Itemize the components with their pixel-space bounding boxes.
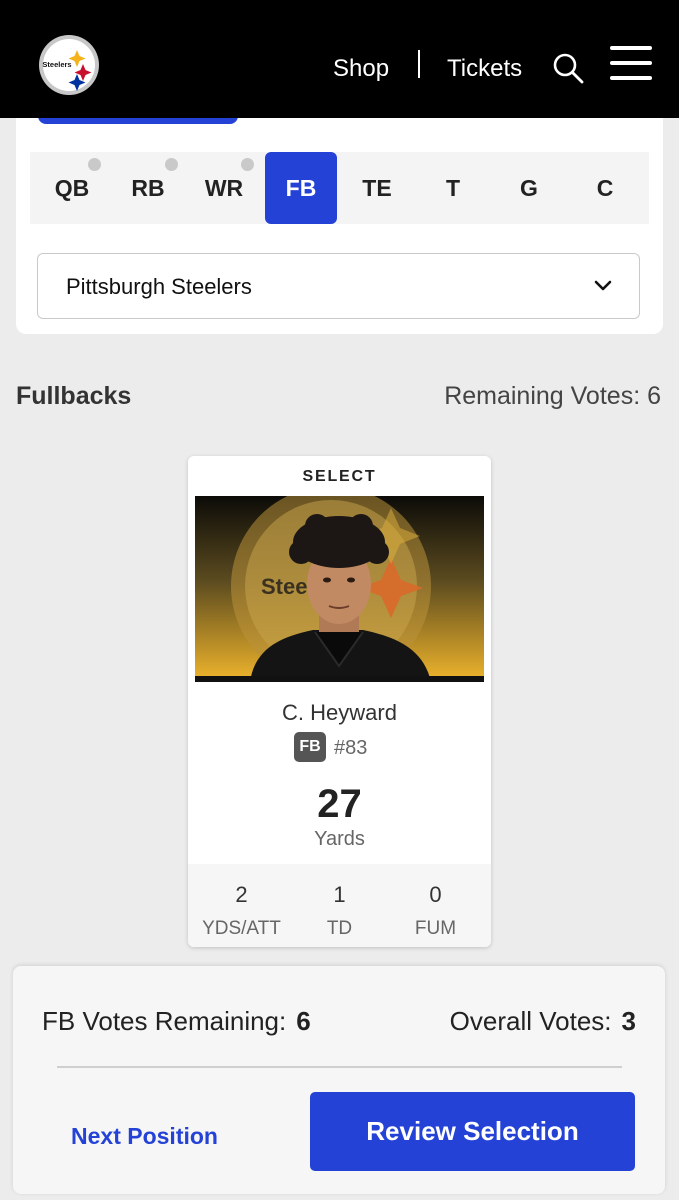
player-photo: Steelers: [195, 496, 484, 682]
tab-label: TE: [362, 174, 392, 201]
team-select-value: Pittsburgh Steelers: [66, 274, 252, 299]
select-label[interactable]: SELECT: [188, 468, 491, 486]
tab-te[interactable]: TE: [341, 152, 413, 224]
stat-label: FUM: [414, 918, 457, 939]
nav-divider: [418, 50, 420, 78]
main-stat-label: Yards: [314, 828, 365, 850]
overall-votes: Overall Votes: 3: [450, 1006, 636, 1037]
jersey-number: #83: [334, 737, 368, 759]
remaining-votes: Remaining Votes: 6: [444, 382, 661, 411]
main-stat-value: 27: [317, 782, 362, 826]
vote-dot: [165, 158, 178, 171]
divider: [57, 1066, 622, 1068]
fb-votes-remaining: FB Votes Remaining: 6: [42, 1006, 311, 1037]
tab-label: FB: [285, 174, 317, 201]
tab-label: RB: [131, 174, 165, 201]
fb-votes-label: FB Votes Remaining:: [42, 1006, 287, 1036]
vote-dot: [88, 158, 101, 171]
stat-label: TD: [326, 918, 353, 939]
chevron-down-icon: [594, 280, 612, 291]
tab-label: C: [596, 174, 614, 201]
stat-value: 2: [235, 882, 248, 907]
site-header: Steelers Shop Tickets: [0, 0, 679, 118]
nav-tickets-link[interactable]: Tickets: [447, 55, 522, 83]
overall-votes-label: Overall Votes:: [449, 1006, 612, 1036]
position-badge: FB: [294, 732, 326, 762]
tab-label: T: [445, 174, 461, 201]
stats-row: 2 YDS/ATT 1 TD 0 FUM: [188, 864, 491, 947]
remaining-votes-label: Remaining Votes:: [444, 382, 641, 410]
stat-value: 0: [429, 882, 442, 907]
vote-dot: [241, 158, 254, 171]
tab-c[interactable]: C: [569, 152, 641, 224]
tab-g[interactable]: G: [493, 152, 565, 224]
nav-shop-link[interactable]: Shop: [333, 55, 389, 83]
stat-value: 1: [333, 882, 346, 907]
team-select[interactable]: Pittsburgh Steelers: [37, 253, 640, 319]
remaining-votes-value: 6: [647, 382, 661, 410]
logo-text: Steelers: [42, 60, 71, 69]
section-title: Fullbacks: [16, 382, 132, 410]
player-card[interactable]: SELECT Steelers C. Heyward FB #83 27 Yar…: [188, 456, 491, 947]
steelers-logo-icon[interactable]: Steelers: [38, 34, 100, 96]
stat-label: YDS/ATT: [202, 918, 281, 939]
search-icon[interactable]: [552, 52, 584, 84]
next-position-link[interactable]: Next Position: [71, 1123, 218, 1150]
fb-votes-value: 6: [296, 1006, 311, 1036]
position-tabs: QB RB WR FB TE T G C: [30, 152, 649, 224]
tab-label: QB: [54, 174, 90, 201]
vote-summary-panel: FB Votes Remaining: 6 Overall Votes: 3 Nex…: [13, 966, 665, 1194]
tab-label: WR: [204, 174, 244, 201]
overall-votes-value: 3: [621, 1006, 636, 1036]
tab-t[interactable]: T: [417, 152, 489, 224]
review-selection-button[interactable]: Review Selection: [310, 1092, 635, 1171]
tab-fb[interactable]: FB: [265, 152, 337, 224]
player-name: C. Heyward: [282, 700, 397, 725]
menu-icon[interactable]: [610, 46, 652, 80]
tab-label: G: [520, 174, 538, 201]
